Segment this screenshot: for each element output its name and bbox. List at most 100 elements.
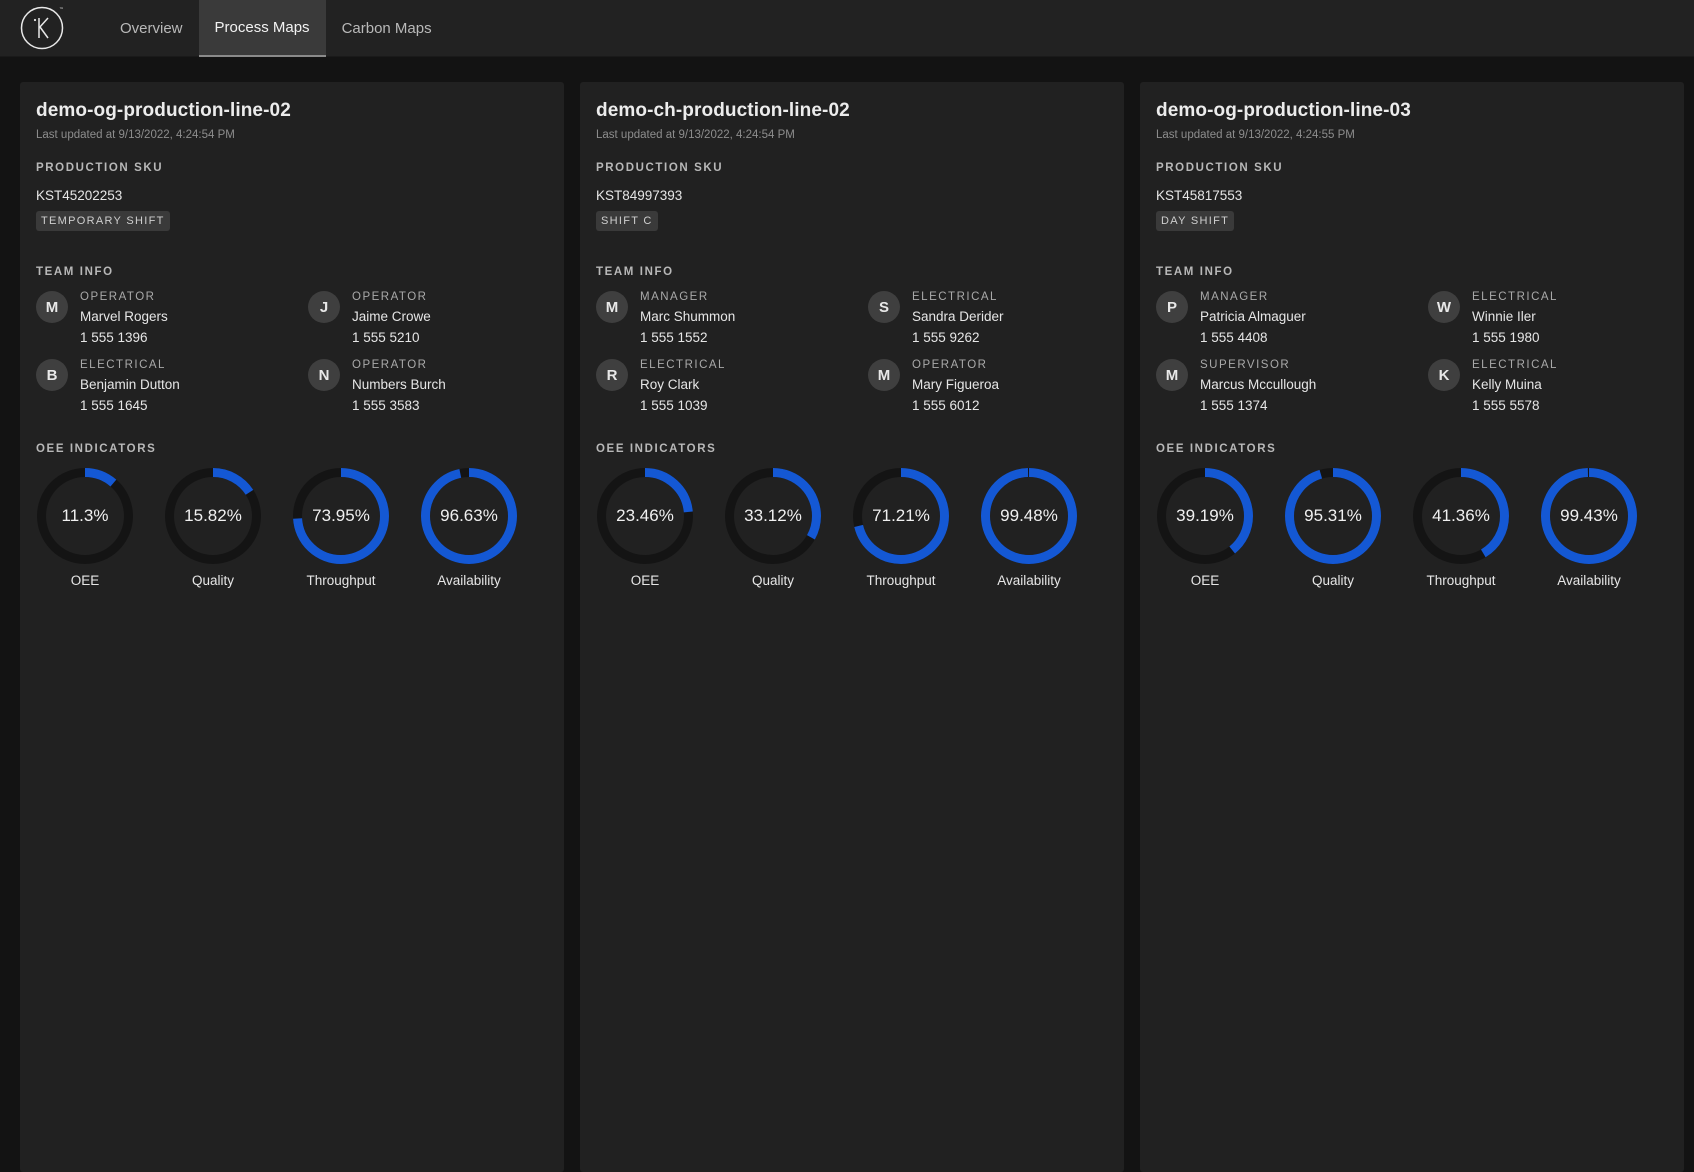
gauge-value: 39.19% bbox=[1176, 506, 1234, 525]
gauge-label: Availability bbox=[437, 573, 501, 588]
oee-gauges: 23.46% OEE 33.12% Quality 71.21% Through… bbox=[596, 467, 1108, 588]
team-member: P MANAGER Patricia Almaguer 1 555 4408 bbox=[1156, 291, 1428, 345]
member-name: Marvel Rogers bbox=[80, 309, 168, 324]
card-title[interactable]: demo-ch-production-line-02 bbox=[596, 100, 1108, 122]
oee-gauges: 11.3% OEE 15.82% Quality 73.95% Throughp… bbox=[36, 467, 548, 588]
avatar: N bbox=[308, 359, 340, 391]
avatar: M bbox=[1156, 359, 1188, 391]
sku-value: KST45202253 bbox=[36, 188, 123, 203]
member-role: ELECTRICAL bbox=[80, 359, 166, 371]
gauge-ring: 39.19% bbox=[1156, 467, 1254, 565]
member-info: MANAGER Marc Shummon 1 555 1552 bbox=[640, 291, 735, 345]
sku-value: KST84997393 bbox=[596, 188, 683, 203]
member-name: Roy Clark bbox=[640, 377, 700, 392]
member-phone: 1 555 1396 bbox=[80, 330, 148, 345]
member-info: ELECTRICAL Benjamin Dutton 1 555 1645 bbox=[80, 359, 180, 413]
production-line-card: demo-ch-production-line-02 Last updated a… bbox=[580, 82, 1124, 1172]
member-role: MANAGER bbox=[640, 291, 709, 303]
member-role: OPERATOR bbox=[352, 291, 428, 303]
tab-overview[interactable]: Overview bbox=[104, 0, 199, 57]
brand-logo-icon[interactable]: ™ bbox=[20, 6, 64, 50]
gauge-value: 99.43% bbox=[1560, 506, 1618, 525]
oee-gauge: 95.31% Quality bbox=[1284, 467, 1412, 588]
last-updated-text: Last updated at 9/13/2022, 4:24:54 PM bbox=[596, 129, 795, 141]
member-name: Benjamin Dutton bbox=[80, 377, 180, 392]
production-sku-label: PRODUCTION SKU bbox=[36, 162, 164, 174]
gauge-label: OEE bbox=[70, 573, 100, 588]
gauge-ring: 71.21% bbox=[852, 467, 950, 565]
member-phone: 1 555 1039 bbox=[640, 398, 708, 413]
avatar: J bbox=[308, 291, 340, 323]
member-phone: 1 555 9262 bbox=[912, 330, 980, 345]
member-info: SUPERVISOR Marcus Mccullough 1 555 1374 bbox=[1200, 359, 1316, 413]
member-role: SUPERVISOR bbox=[1200, 359, 1291, 371]
member-info: OPERATOR Marvel Rogers 1 555 1396 bbox=[80, 291, 168, 345]
member-role: ELECTRICAL bbox=[640, 359, 726, 371]
gauge-ring: 95.31% bbox=[1284, 467, 1382, 565]
oee-gauge: 39.19% OEE bbox=[1156, 467, 1284, 588]
gauge-value: 95.31% bbox=[1304, 506, 1362, 525]
gauge-ring: 73.95% bbox=[292, 467, 390, 565]
member-phone: 1 555 6012 bbox=[912, 398, 980, 413]
team-member: J OPERATOR Jaime Crowe 1 555 5210 bbox=[308, 291, 580, 345]
member-info: OPERATOR Mary Figueroa 1 555 6012 bbox=[912, 359, 999, 413]
gauge-value: 41.36% bbox=[1432, 506, 1490, 525]
oee-gauges: 39.19% OEE 95.31% Quality 41.36% Through… bbox=[1156, 467, 1668, 588]
oee-gauge: 99.48% Availability bbox=[980, 467, 1108, 588]
gauge-ring: 99.43% bbox=[1540, 467, 1638, 565]
gauge-ring: 96.63% bbox=[420, 467, 518, 565]
gauge-value: 71.21% bbox=[872, 506, 930, 525]
gauge-value: 11.3% bbox=[61, 506, 109, 525]
avatar: M bbox=[868, 359, 900, 391]
oee-gauge: 71.21% Throughput bbox=[852, 467, 980, 588]
tab-process-maps[interactable]: Process Maps bbox=[198, 0, 326, 57]
member-name: Winnie Iler bbox=[1472, 309, 1536, 324]
top-navigation-bar: ™ Overview Process Maps Carbon Maps bbox=[0, 0, 1694, 57]
gauge-ring: 99.48% bbox=[980, 467, 1078, 565]
team-member: M OPERATOR Marvel Rogers 1 555 1396 bbox=[36, 291, 308, 345]
member-role: OPERATOR bbox=[80, 291, 156, 303]
oee-gauge: 11.3% OEE bbox=[36, 467, 164, 588]
team-member: S ELECTRICAL Sandra Derider 1 555 9262 bbox=[868, 291, 1140, 345]
sku-value: KST45817553 bbox=[1156, 188, 1243, 203]
team-grid: M OPERATOR Marvel Rogers 1 555 1396 J OP… bbox=[36, 291, 548, 413]
gauge-label: Throughput bbox=[866, 573, 936, 588]
gauge-ring: 41.36% bbox=[1412, 467, 1510, 565]
oee-gauge: 15.82% Quality bbox=[164, 467, 292, 588]
member-phone: 1 555 4408 bbox=[1200, 330, 1268, 345]
team-member: W ELECTRICAL Winnie Iler 1 555 1980 bbox=[1428, 291, 1694, 345]
team-member: M MANAGER Marc Shummon 1 555 1552 bbox=[596, 291, 868, 345]
avatar: B bbox=[36, 359, 68, 391]
gauge-ring: 11.3% bbox=[36, 467, 134, 565]
oee-gauge: 99.43% Availability bbox=[1540, 467, 1668, 588]
tab-carbon-maps[interactable]: Carbon Maps bbox=[326, 0, 448, 57]
member-info: ELECTRICAL Kelly Muina 1 555 5578 bbox=[1472, 359, 1558, 413]
gauge-label: OEE bbox=[1190, 573, 1220, 588]
gauge-label: Quality bbox=[1311, 573, 1355, 588]
avatar: P bbox=[1156, 291, 1188, 323]
member-info: ELECTRICAL Roy Clark 1 555 1039 bbox=[640, 359, 726, 413]
oee-indicators-label: OEE INDICATORS bbox=[596, 443, 717, 455]
avatar: S bbox=[868, 291, 900, 323]
gauge-label: Throughput bbox=[306, 573, 376, 588]
gauge-label: OEE bbox=[630, 573, 660, 588]
avatar: K bbox=[1428, 359, 1460, 391]
team-info-label: TEAM INFO bbox=[1156, 266, 1234, 278]
gauge-label: Quality bbox=[191, 573, 235, 588]
team-grid: P MANAGER Patricia Almaguer 1 555 4408 W… bbox=[1156, 291, 1668, 413]
member-name: Patricia Almaguer bbox=[1200, 309, 1306, 324]
gauge-label: Availability bbox=[1557, 573, 1621, 588]
member-phone: 1 555 1552 bbox=[640, 330, 708, 345]
member-info: OPERATOR Jaime Crowe 1 555 5210 bbox=[352, 291, 431, 345]
member-name: Numbers Burch bbox=[352, 377, 446, 392]
oee-gauge: 33.12% Quality bbox=[724, 467, 852, 588]
oee-gauge: 23.46% OEE bbox=[596, 467, 724, 588]
gauge-label: Availability bbox=[997, 573, 1061, 588]
member-phone: 1 555 1374 bbox=[1200, 398, 1268, 413]
member-info: OPERATOR Numbers Burch 1 555 3583 bbox=[352, 359, 446, 413]
shift-badge: SHIFT C bbox=[596, 211, 658, 231]
card-title[interactable]: demo-og-production-line-02 bbox=[36, 100, 548, 122]
member-role: OPERATOR bbox=[912, 359, 988, 371]
card-title[interactable]: demo-og-production-line-03 bbox=[1156, 100, 1668, 122]
member-name: Marc Shummon bbox=[640, 309, 736, 324]
